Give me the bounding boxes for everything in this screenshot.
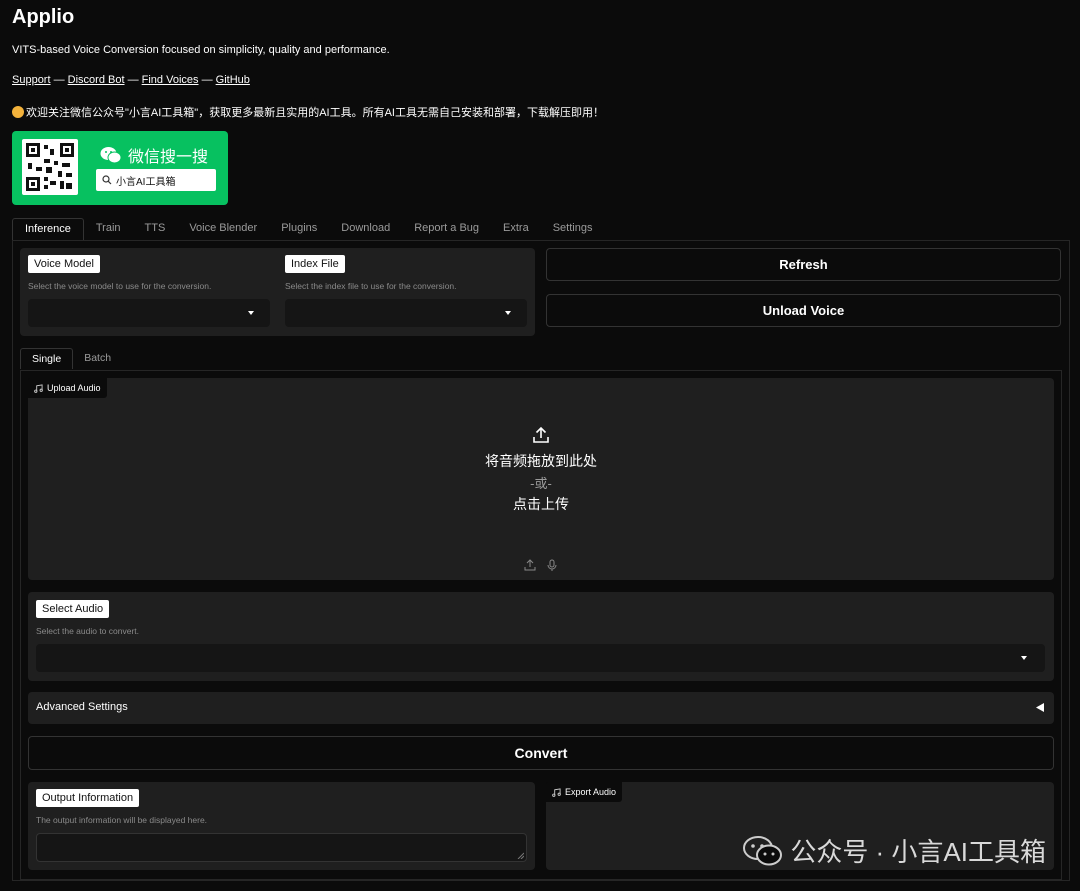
- tab-train[interactable]: Train: [84, 218, 133, 240]
- select-audio-label: Select Audio: [36, 600, 110, 618]
- output-info-textarea[interactable]: [36, 833, 527, 862]
- select-audio-hint: Select the audio to convert.: [36, 626, 140, 636]
- discord-bot-link[interactable]: Discord Bot: [68, 74, 125, 86]
- header-links: Support — Discord Bot — Find Voices — Gi…: [12, 74, 250, 86]
- main-tabs: Inference Train TTS Voice Blender Plugin…: [12, 218, 604, 240]
- upload-audio-label-text: Upload Audio: [47, 383, 101, 393]
- export-audio-label: Export Audio: [546, 782, 623, 802]
- output-info-label: Output Information: [36, 789, 140, 807]
- export-audio-label-text: Export Audio: [565, 787, 617, 797]
- app-subtitle: VITS-based Voice Conversion focused on s…: [12, 44, 390, 56]
- convert-button[interactable]: Convert: [28, 736, 1054, 770]
- music-note-icon: [552, 787, 561, 797]
- watermark-text: 公众号 · 小言AI工具箱: [790, 837, 1046, 867]
- advanced-settings-label: Advanced Settings: [36, 701, 128, 713]
- promo-title-text: 微信搜一搜: [128, 149, 209, 166]
- qr-code-icon: [22, 139, 78, 195]
- tab-batch[interactable]: Batch: [73, 348, 122, 369]
- wechat-watermark: 公众号 · 小言AI工具箱: [742, 832, 1046, 869]
- index-file-label: Index File: [285, 255, 345, 273]
- notice-text: 欢迎关注微信公众号"小言AI工具箱"，获取更多最新且实用的AI工具。所有AI工具…: [26, 107, 604, 119]
- upload-audio-label: Upload Audio: [28, 378, 107, 398]
- promo-title: 微信搜一搜: [100, 143, 208, 167]
- link-separator: —: [127, 74, 139, 86]
- upload-arrow-icon: [28, 426, 1054, 449]
- tab-settings[interactable]: Settings: [541, 218, 605, 240]
- tab-plugins[interactable]: Plugins: [269, 218, 329, 240]
- index-file-hint: Select the index file to use for the con…: [285, 281, 457, 291]
- voice-model-label: Voice Model: [28, 255, 100, 273]
- smile-emoji-icon: [12, 106, 24, 118]
- github-link[interactable]: GitHub: [216, 74, 250, 86]
- app-title: Applio: [12, 6, 75, 28]
- index-file-dropdown[interactable]: [285, 299, 527, 327]
- or-text: -或-: [530, 476, 552, 491]
- click-upload-text[interactable]: 点击上传: [28, 494, 1054, 514]
- wechat-notice: 欢迎关注微信公众号"小言AI工具箱"，获取更多最新且实用的AI工具。所有AI工具…: [12, 104, 604, 120]
- tab-single[interactable]: Single: [20, 348, 74, 369]
- unload-voice-button[interactable]: Unload Voice: [546, 294, 1061, 327]
- tab-inference[interactable]: Inference: [12, 218, 84, 240]
- resize-handle-icon[interactable]: [517, 852, 524, 859]
- search-icon: [102, 175, 112, 185]
- promo-search-box: 小言AI工具箱: [96, 169, 216, 191]
- tab-report-a-bug[interactable]: Report a Bug: [402, 218, 491, 240]
- select-audio-dropdown[interactable]: [36, 644, 1045, 672]
- upload-source-icons: [524, 559, 558, 572]
- refresh-button[interactable]: Refresh: [546, 248, 1061, 281]
- find-voices-link[interactable]: Find Voices: [142, 74, 199, 86]
- link-separator: —: [53, 74, 65, 86]
- support-link[interactable]: Support: [12, 74, 51, 86]
- voice-model-hint: Select the voice model to use for the co…: [28, 281, 212, 291]
- upload-icon[interactable]: [524, 559, 536, 571]
- music-note-icon: [34, 383, 43, 393]
- promo-search-text: 小言AI工具箱: [116, 176, 176, 188]
- output-info-hint: The output information will be displayed…: [36, 815, 208, 825]
- tab-tts[interactable]: TTS: [133, 218, 178, 240]
- chevron-down-icon: [248, 311, 254, 315]
- wechat-logo-icon: [743, 835, 783, 865]
- caret-left-icon: [1036, 703, 1044, 712]
- microphone-icon[interactable]: [546, 559, 558, 572]
- wechat-promo-card: 微信搜一搜 小言AI工具箱: [12, 131, 228, 205]
- voice-model-dropdown[interactable]: [28, 299, 270, 327]
- advanced-settings-accordion[interactable]: Advanced Settings: [28, 692, 1054, 724]
- tab-download[interactable]: Download: [329, 218, 402, 240]
- chevron-down-icon: [1021, 656, 1027, 660]
- drop-text: 将音频拖放到此处: [485, 453, 597, 469]
- tab-extra[interactable]: Extra: [491, 218, 541, 240]
- chevron-down-icon: [505, 311, 511, 315]
- tab-voice-blender[interactable]: Voice Blender: [177, 218, 269, 240]
- link-separator: —: [201, 74, 213, 86]
- wechat-logo-icon: [100, 146, 122, 164]
- input-mode-tabs: Single Batch: [20, 348, 122, 369]
